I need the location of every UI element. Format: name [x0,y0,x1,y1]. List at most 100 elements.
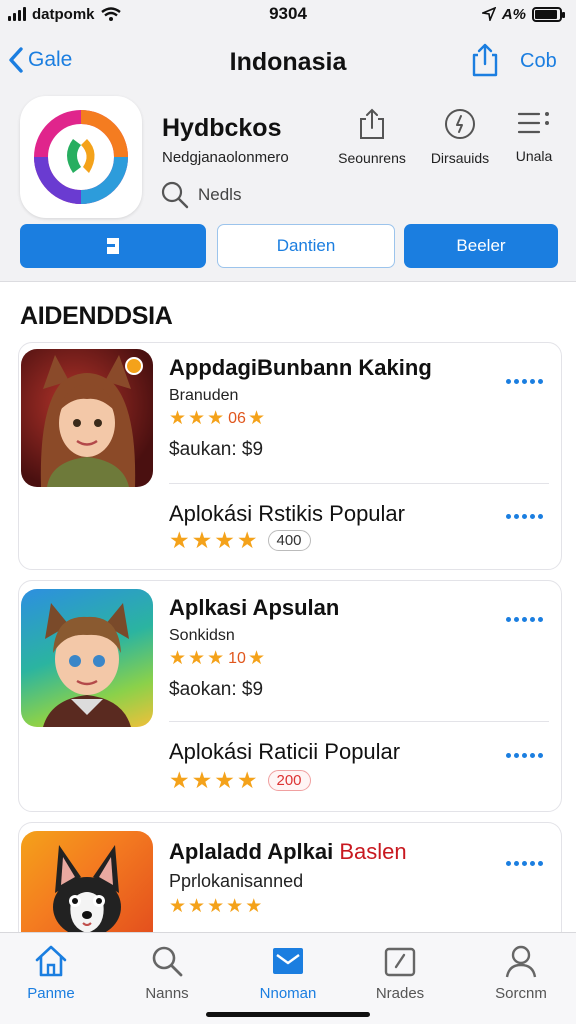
more-icon[interactable] [506,379,543,384]
info-icon [445,109,475,139]
card-title-main: Aplaladd Aplkai [169,839,334,864]
search-icon [161,181,189,209]
rating-count: 400 [267,530,311,551]
app-subtitle: Nedgjanaolonmero [162,149,289,166]
star-icon: ★ [188,896,206,917]
star-icon: ★ [247,408,265,429]
card-subtitle: Pprlokanisanned [169,871,304,891]
location-icon [481,7,496,21]
tab-profile[interactable]: Sorcnm [466,943,576,1002]
card-price: $aukan: $9 [169,439,264,460]
card-price: $aokan: $9 [169,679,264,700]
battery-fill [535,9,557,19]
star-icon: ★ [169,648,187,669]
mail-icon [273,948,303,974]
star-icon: ★ [236,527,258,553]
star-rating: ★ ★ ★ ★ 200 [169,769,311,792]
card-title-accent: Baslen [339,839,407,864]
star-icon: ★ [169,408,187,429]
star-icon: ★ [169,527,190,553]
app-icon [20,96,142,218]
rating-count: 200 [267,770,311,791]
action-info-label: Dirsauids [430,150,490,166]
status-bar: datpomk 9304 A% [0,0,576,28]
tab-mail[interactable]: Nnoman [233,943,343,1002]
card-subtitle: Sonkidsn [169,627,235,644]
app-thumbnail [21,349,153,487]
updates-icon [384,947,416,977]
app-card[interactable]: Aplkasi Apsulan Sonkidsn ★ ★ ★ 10 ★ $aok… [18,580,562,812]
star-icon: ★ [226,896,244,917]
divider [169,721,549,722]
primary-button[interactable] [20,224,206,268]
more-icon[interactable] [506,753,543,758]
tab-updates-label: Nrades [375,985,425,1002]
search-icon [152,946,183,977]
carrier-label: datpomk [32,5,95,23]
tab-search[interactable]: Nanns [112,943,222,1002]
rating-value: 06 [228,409,246,427]
star-rating: ★ ★ ★ 06 ★ [169,409,265,428]
tab-home-label: Panme [27,985,75,1002]
divider [169,483,549,484]
more-icon[interactable] [506,861,543,866]
share-button[interactable] [470,42,500,83]
badge-icon [125,357,143,375]
row-title[interactable]: Aplokási Raticii Popular [169,739,400,765]
rating-value: 10 [228,649,246,667]
star-icon: ★ [188,408,206,429]
wifi-icon [100,6,121,21]
app-card[interactable]: AppdagiBunbann Kaking Branuden ★ ★ ★ 06 … [18,342,562,570]
star-icon: ★ [207,408,225,429]
right-button[interactable]: Beeler [404,224,558,268]
star-icon: ★ [214,767,235,793]
nav-bar: Gale Indonasia Cob [0,40,576,84]
signal-icon [8,7,26,21]
home-indicator[interactable] [206,1012,370,1017]
star-icon: ★ [169,896,187,917]
app-header: Gale Indonasia Cob Hydbckos Nedgjanaolon… [0,28,576,282]
app-thumbnail [21,589,153,727]
share-icon [360,108,384,139]
app-logo [34,110,128,204]
status-left: datpomk [8,6,121,23]
battery-icon [532,6,565,22]
person-icon [505,945,537,978]
action-share[interactable]: Seounrens [332,108,412,166]
tab-bar: Panme Nanns Nnoman Nrades Sorcnm [0,932,576,1024]
tab-profile-label: Sorcnm [495,985,547,1002]
more-icon[interactable] [506,514,543,519]
list-icon [517,112,549,134]
star-icon: ★ [247,648,265,669]
app-search[interactable]: Nedls [160,180,241,210]
nav-right-button[interactable]: Cob [520,50,557,73]
star-icon: ★ [191,767,213,793]
button-glyph-icon [107,238,119,254]
home-icon [35,945,67,977]
star-rating: ★ ★ ★ ★ 400 [169,529,311,552]
tab-home[interactable]: Panme [0,943,106,1002]
card-title: Aplkasi Apsulan [169,595,340,620]
status-right: A% [481,5,565,23]
action-list[interactable]: Unala [494,108,574,164]
share-icon [472,43,498,77]
tab-updates[interactable]: Nrades [345,943,455,1002]
battery-percent: A% [501,5,526,23]
star-icon: ★ [245,896,263,917]
middle-button[interactable]: Dantien [217,224,395,268]
star-icon: ★ [236,767,258,793]
row-title[interactable]: Aplokási Rstikis Popular [169,501,405,527]
card-title: Aplaladd Aplkai Baslen [169,839,407,865]
star-icon: ★ [214,527,235,553]
avatar-boy-icon [43,603,131,727]
action-info[interactable]: Dirsauids [420,108,500,166]
section-title: AIDENDDSIA [20,302,173,330]
more-icon[interactable] [506,617,543,622]
star-icon: ★ [191,527,213,553]
star-icon: ★ [169,767,190,793]
tab-search-label: Nanns [145,985,189,1002]
card-subtitle: Branuden [169,387,239,404]
card-title: AppdagiBunbann Kaking [169,355,432,380]
action-list-label: Unala [515,148,553,164]
search-text: Nedls [198,185,242,204]
